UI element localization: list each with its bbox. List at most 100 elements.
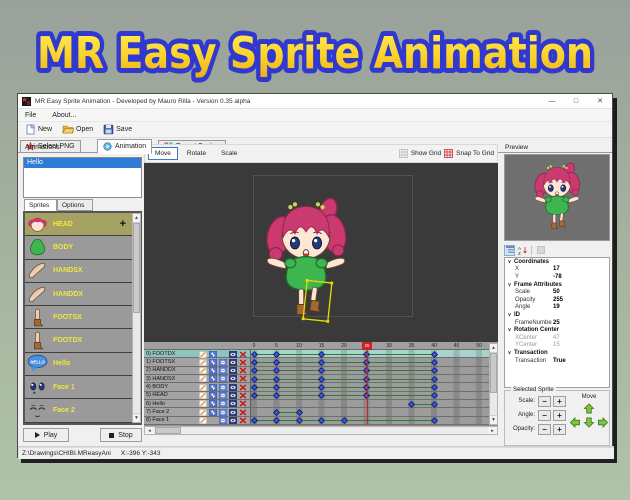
timeline-track[interactable]: [251, 408, 498, 416]
chibi-character[interactable]: [260, 186, 352, 333]
swap-icon[interactable]: [208, 350, 218, 358]
scale-tool-button[interactable]: Scale: [215, 147, 243, 160]
timeline-row-label[interactable]: 4) BODY: [144, 383, 251, 392]
swap-icon[interactable]: [208, 358, 218, 367]
timeline-row[interactable]: 2) HANDDX: [144, 366, 498, 375]
scroll-down-icon[interactable]: ▼: [133, 413, 140, 422]
scroll-right-icon[interactable]: ►: [488, 427, 497, 434]
delete-icon[interactable]: [239, 359, 247, 366]
show-grid-label[interactable]: Show Grid: [411, 150, 441, 157]
eye-icon[interactable]: [228, 366, 238, 375]
eye-icon[interactable]: [228, 375, 238, 383]
timeline-row[interactable]: 4) BODY: [144, 383, 498, 392]
delete-icon[interactable]: [239, 384, 247, 391]
scroll-down-icon[interactable]: ▼: [490, 415, 497, 424]
collapse-chevron-icon[interactable]: ∨: [505, 259, 514, 265]
timeline-row-label[interactable]: 7) Face 2: [144, 408, 251, 417]
playhead-marker[interactable]: 25: [362, 342, 372, 350]
pencil-icon[interactable]: [199, 367, 207, 375]
stop-button[interactable]: Stop: [100, 428, 142, 442]
move-down-button[interactable]: [583, 417, 595, 428]
pencil-icon[interactable]: [199, 417, 207, 425]
timeline-row[interactable]: 7) Face 2: [144, 408, 498, 417]
timeline-track[interactable]: [250, 391, 498, 400]
show-grid-icon[interactable]: [398, 149, 408, 158]
tab-sprites[interactable]: Sprites: [24, 199, 57, 211]
delete-icon[interactable]: [239, 375, 247, 383]
timeline-track[interactable]: [250, 358, 498, 366]
tool-icon[interactable]: [218, 416, 228, 425]
delete-icon[interactable]: [239, 392, 247, 399]
delete-icon[interactable]: [239, 400, 247, 408]
timeline-row-label[interactable]: 5) HEAD: [144, 391, 251, 400]
delete-icon[interactable]: [239, 350, 247, 358]
sprite-list-scrollbar[interactable]: ▲ ▼: [132, 213, 141, 423]
property-row[interactable]: Y -78: [505, 273, 609, 281]
tool-icon[interactable]: [218, 366, 228, 375]
angle-plus-button[interactable]: +: [553, 410, 566, 421]
eye-icon[interactable]: [228, 350, 238, 358]
delete-icon[interactable]: [239, 409, 247, 416]
timeline-row-label[interactable]: 2) HANDDX: [144, 366, 251, 375]
close-button[interactable]: ✕: [588, 94, 612, 109]
pencil-icon[interactable]: [199, 400, 207, 408]
swap-icon[interactable]: [208, 375, 218, 383]
tool-icon[interactable]: [218, 358, 228, 367]
opacity-plus-button[interactable]: +: [553, 424, 566, 435]
eye-icon[interactable]: [228, 400, 238, 408]
eye-icon[interactable]: [228, 408, 238, 417]
animations-listbox[interactable]: Hello: [23, 157, 142, 198]
property-row[interactable]: FrameNumbe 25: [505, 319, 609, 327]
collapse-chevron-icon[interactable]: ∨: [505, 350, 514, 356]
property-group-header[interactable]: ∨ Rotation Center: [505, 326, 609, 334]
tool-icon[interactable]: [218, 408, 228, 417]
move-right-button[interactable]: [597, 417, 609, 428]
pencil-icon[interactable]: [199, 375, 207, 383]
minimize-button[interactable]: —: [540, 94, 564, 109]
maximize-button[interactable]: □: [564, 94, 588, 109]
move-left-button[interactable]: [569, 417, 581, 428]
delete-icon[interactable]: [239, 417, 247, 424]
tool-icon[interactable]: [218, 375, 228, 383]
timeline-track[interactable]: [250, 366, 498, 375]
scale-plus-button[interactable]: +: [553, 396, 566, 407]
delete-icon[interactable]: [239, 367, 247, 374]
property-row[interactable]: Scale 50: [505, 288, 609, 296]
property-row[interactable]: X 17: [505, 266, 609, 274]
opacity-minus-button[interactable]: −: [538, 424, 551, 435]
tool-icon[interactable]: [218, 391, 228, 400]
tab-animation[interactable]: Animation: [97, 139, 153, 154]
swap-icon[interactable]: [208, 391, 218, 400]
timeline-track[interactable]: [250, 416, 498, 425]
scroll-left-icon[interactable]: ◄: [145, 427, 154, 434]
rotate-tool-button[interactable]: Rotate: [181, 147, 212, 160]
open-button[interactable]: Open: [59, 123, 96, 136]
eye-icon[interactable]: [228, 416, 238, 425]
menu-about[interactable]: About...: [45, 112, 83, 119]
save-button[interactable]: Save: [100, 123, 135, 136]
move-up-button[interactable]: [583, 403, 595, 414]
pencil-icon[interactable]: [199, 392, 207, 400]
timeline-track[interactable]: [250, 383, 498, 391]
sprite-row[interactable]: Face 1: [25, 376, 140, 400]
playhead-line[interactable]: [366, 342, 368, 425]
play-button[interactable]: Play: [23, 428, 69, 442]
property-row[interactable]: YCenter 15: [505, 342, 609, 350]
timeline-track[interactable]: [250, 374, 498, 383]
alphabetical-sort-icon[interactable]: AZ: [517, 245, 528, 256]
swap-icon[interactable]: [208, 408, 218, 417]
menu-file[interactable]: File: [18, 112, 43, 119]
sprite-row[interactable]: HANDDX: [25, 282, 140, 307]
property-group-header[interactable]: ∨ Transaction: [505, 349, 609, 357]
timeline-row-label[interactable]: 0) FOOTDX: [144, 350, 251, 358]
timeline-hscrollbar[interactable]: ◄ ►: [144, 426, 498, 435]
swap-icon[interactable]: [208, 383, 218, 392]
property-group-header[interactable]: ∨ ID: [505, 311, 609, 319]
property-row[interactable]: XCenter 47: [505, 334, 609, 342]
add-keyframe-icon[interactable]: +: [120, 218, 126, 230]
collapse-chevron-icon[interactable]: ∨: [505, 312, 514, 318]
pencil-icon[interactable]: [199, 383, 207, 391]
timeline-row[interactable]: 6) Hello: [144, 399, 498, 409]
pencil-icon[interactable]: [199, 358, 207, 366]
snap-to-grid-label[interactable]: Snap To Grid: [456, 150, 494, 157]
